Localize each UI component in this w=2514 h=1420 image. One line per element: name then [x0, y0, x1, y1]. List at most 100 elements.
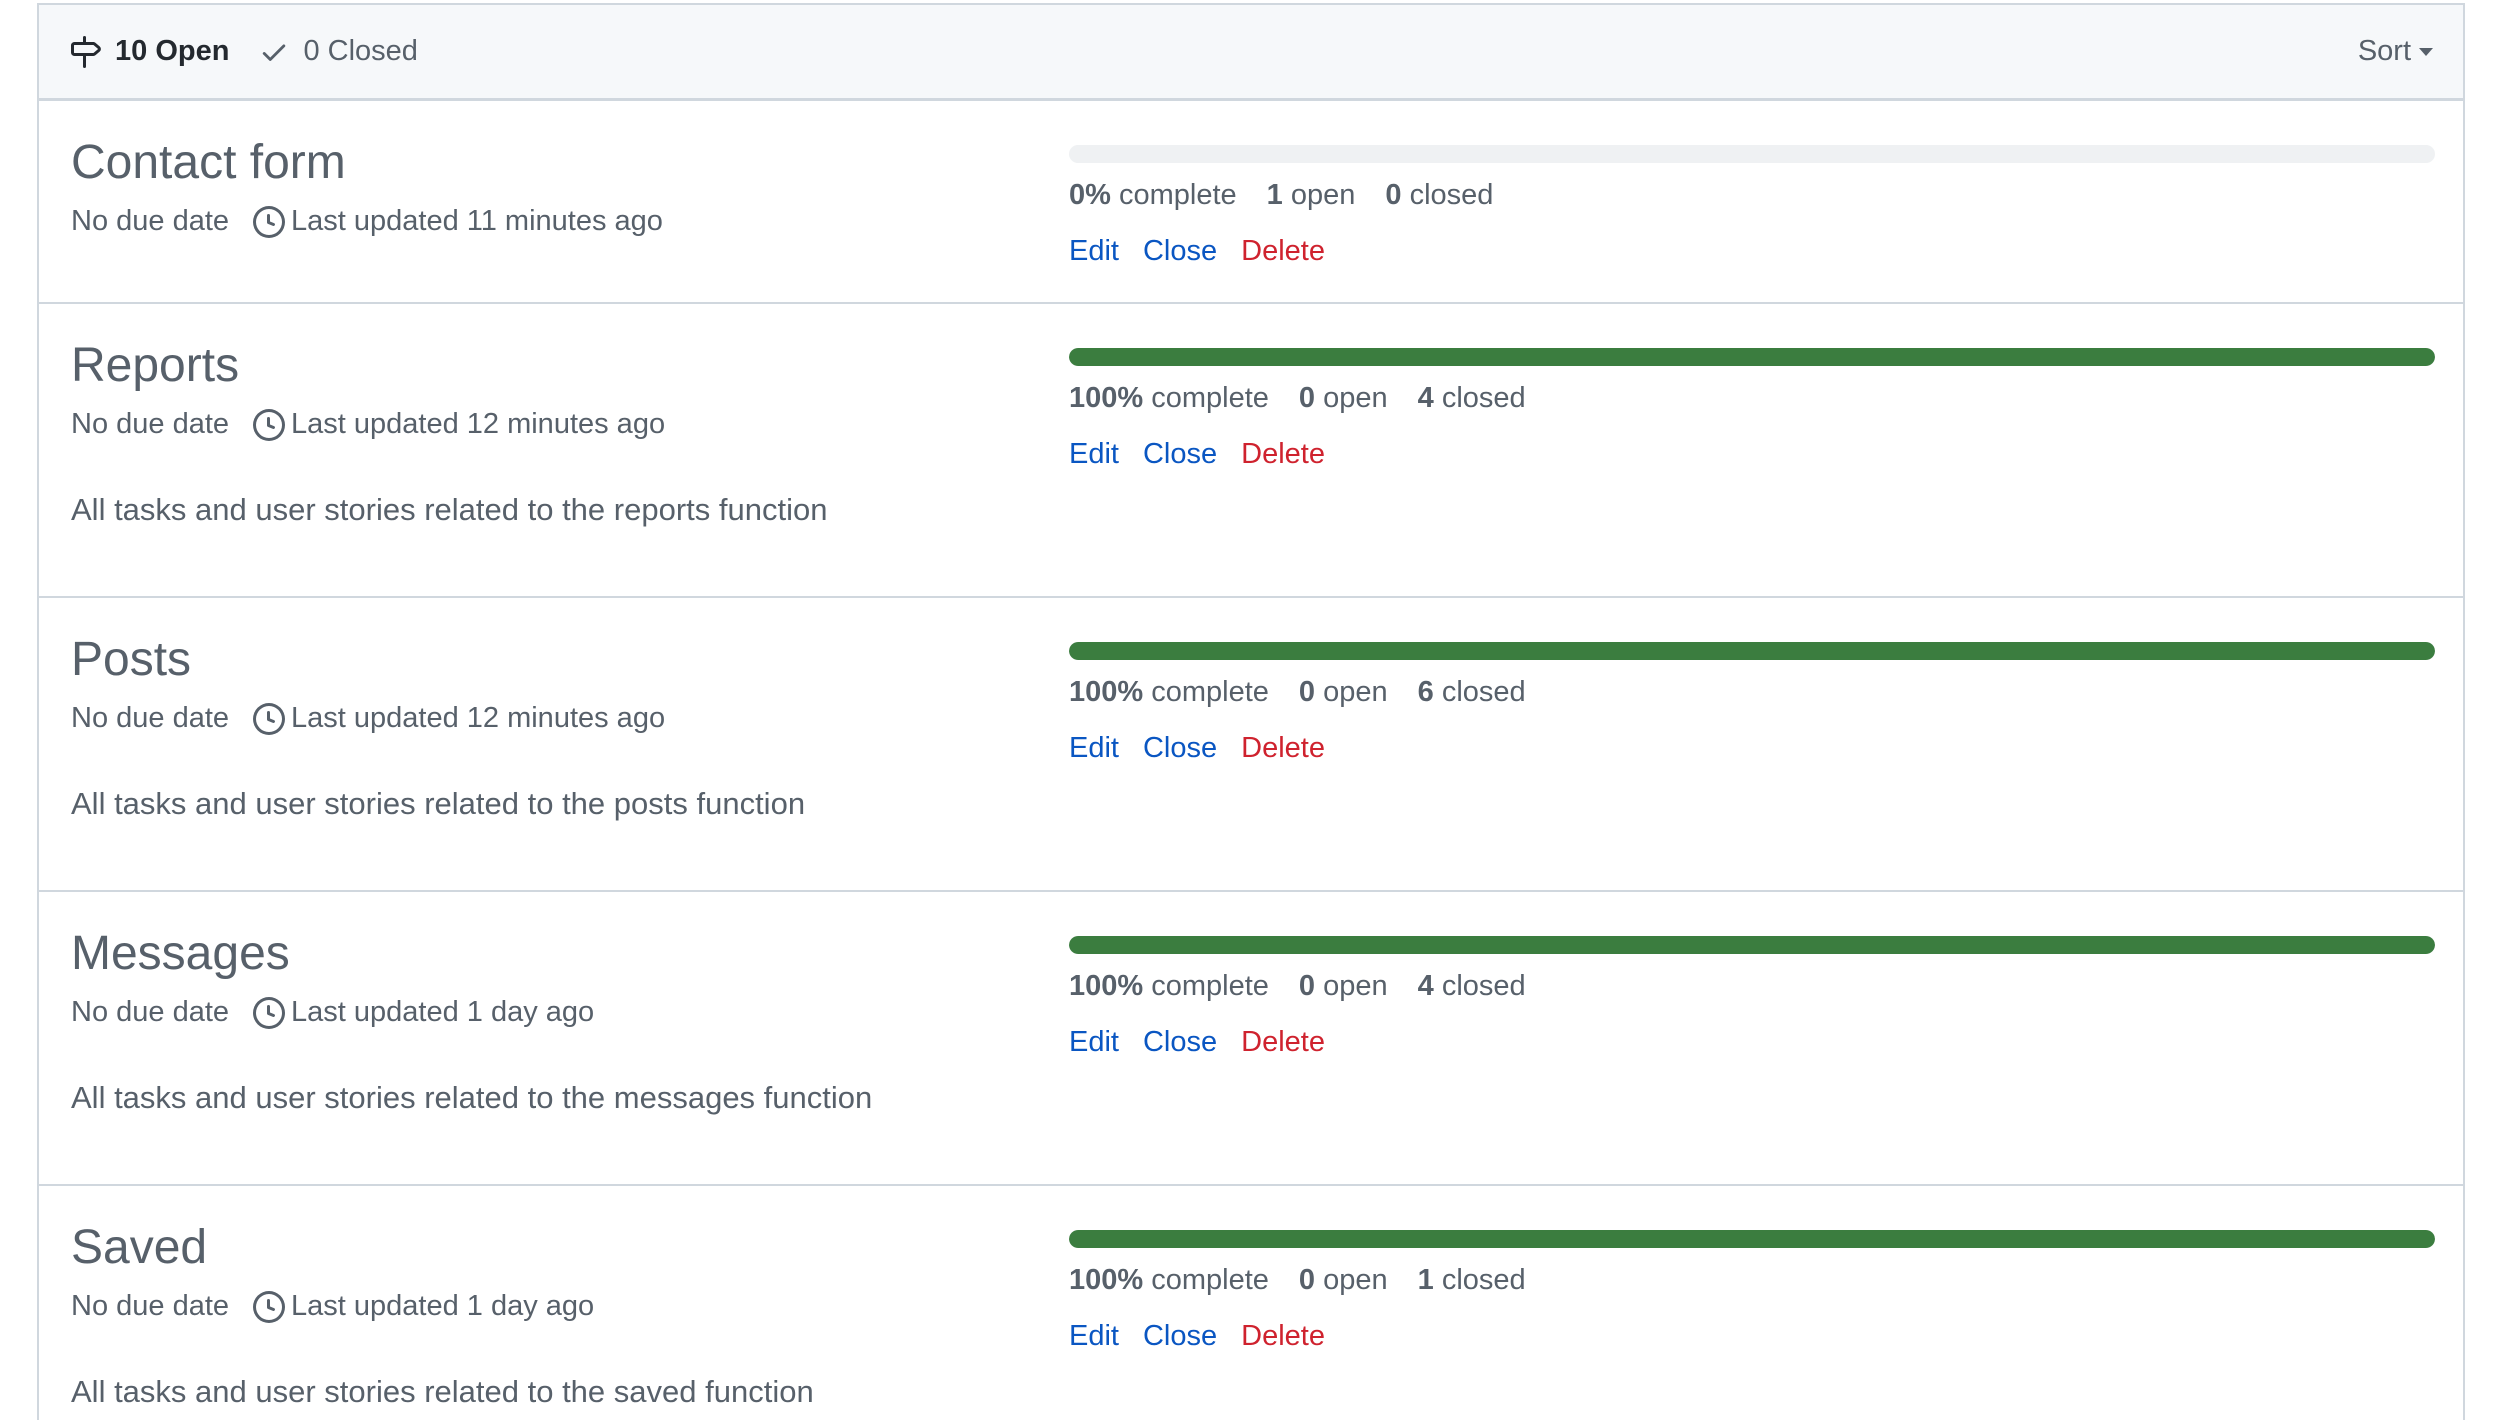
milestone-actions: Edit Close Delete — [1069, 1026, 1349, 1059]
milestone-description: All tasks and user stories related to th… — [71, 1080, 873, 1115]
edit-link[interactable]: Edit — [1069, 1320, 1119, 1352]
milestone-description: All tasks and user stories related to th… — [71, 786, 806, 821]
edit-link[interactable]: Edit — [1069, 1026, 1119, 1058]
due-date: No due date — [71, 408, 230, 440]
open-filter[interactable]: 10 Open — [69, 35, 229, 68]
percent-complete: 100% — [1069, 1264, 1144, 1296]
closed-count: 6 — [1417, 676, 1434, 708]
last-updated: Last updated 11 minutes ago — [291, 205, 663, 237]
complete-label: complete — [1151, 1264, 1269, 1296]
milestone-meta: No due date Last updated 1 day ago — [71, 996, 594, 1029]
closed-label: closed — [1441, 382, 1526, 414]
closed-count: 0 — [1385, 179, 1402, 211]
progress-stats: 100% complete 0 open 1 closed — [1069, 1264, 1526, 1297]
open-count: 10 — [115, 35, 148, 67]
open-count: 1 — [1266, 179, 1283, 211]
last-updated: Last updated 1 day ago — [291, 1290, 595, 1322]
closed-label: closed — [1441, 970, 1526, 1002]
open-label: open — [1323, 676, 1388, 708]
check-icon — [259, 37, 289, 67]
close-link[interactable]: Close — [1143, 1026, 1217, 1058]
milestones-list: 10 Open 0 Closed Sort Contact form No du… — [37, 3, 2465, 1420]
closed-count: 1 — [1417, 1264, 1434, 1296]
complete-label: complete — [1118, 179, 1237, 211]
milestone-row: Messages No due date Last updated 1 day … — [39, 892, 2463, 1186]
milestone-description: All tasks and user stories related to th… — [71, 1374, 814, 1409]
closed-count: 0 — [303, 35, 320, 67]
progress-fill — [1069, 642, 2435, 660]
percent-complete: 0% — [1069, 179, 1111, 211]
due-date: No due date — [71, 702, 230, 734]
open-label: open — [1323, 382, 1388, 414]
clock-icon — [253, 205, 286, 238]
closed-filter[interactable]: 0 Closed — [259, 35, 418, 68]
progress-stats: 100% complete 0 open 4 closed — [1069, 970, 1526, 1003]
sort-dropdown[interactable]: Sort — [2358, 5, 2433, 98]
closed-count: 4 — [1417, 970, 1434, 1002]
percent-complete: 100% — [1069, 382, 1144, 414]
edit-link[interactable]: Edit — [1069, 235, 1119, 267]
milestone-title[interactable]: Messages — [71, 926, 290, 981]
milestone-actions: Edit Close Delete — [1069, 732, 1349, 765]
progress-bar — [1069, 348, 2435, 366]
progress-bar — [1069, 936, 2435, 954]
complete-label: complete — [1151, 676, 1269, 708]
progress-fill — [1069, 1230, 2435, 1248]
edit-link[interactable]: Edit — [1069, 438, 1119, 470]
open-label: open — [1290, 179, 1356, 211]
milestone-row: Posts No due date Last updated 12 minute… — [39, 598, 2463, 892]
milestone-actions: Edit Close Delete — [1069, 235, 1349, 268]
closed-label: closed — [1441, 1264, 1526, 1296]
delete-link[interactable]: Delete — [1241, 235, 1325, 267]
milestones-header: 10 Open 0 Closed Sort — [39, 5, 2463, 101]
complete-label: complete — [1151, 970, 1269, 1002]
delete-link[interactable]: Delete — [1241, 1320, 1325, 1352]
open-label: open — [1323, 1264, 1388, 1296]
open-label: open — [1323, 970, 1388, 1002]
closed-label: closed — [1409, 179, 1494, 211]
open-count: 0 — [1298, 676, 1316, 708]
open-count: 0 — [1298, 1264, 1316, 1296]
milestone-title[interactable]: Reports — [71, 338, 239, 393]
milestone-row: Contact form No due date Last updated 11… — [39, 101, 2463, 304]
progress-bar — [1069, 642, 2435, 660]
due-date: No due date — [71, 1290, 230, 1322]
closed-label: Closed — [327, 35, 418, 67]
last-updated: Last updated 1 day ago — [291, 996, 595, 1028]
close-link[interactable]: Close — [1143, 1320, 1217, 1352]
milestone-title[interactable]: Contact form — [71, 135, 346, 190]
clock-icon — [253, 996, 286, 1029]
complete-label: complete — [1151, 382, 1269, 414]
delete-link[interactable]: Delete — [1241, 1026, 1325, 1058]
milestone-row: Saved No due date Last updated 1 day ago… — [39, 1186, 2463, 1420]
close-link[interactable]: Close — [1143, 438, 1217, 470]
close-link[interactable]: Close — [1143, 732, 1217, 764]
percent-complete: 100% — [1069, 970, 1144, 1002]
milestone-row: Reports No due date Last updated 12 minu… — [39, 304, 2463, 598]
progress-fill — [1069, 348, 2435, 366]
milestone-meta: No due date Last updated 11 minutes ago — [71, 205, 663, 238]
close-link[interactable]: Close — [1143, 235, 1217, 267]
clock-icon — [253, 1290, 286, 1323]
delete-link[interactable]: Delete — [1241, 438, 1325, 470]
open-count: 0 — [1298, 970, 1316, 1002]
milestone-meta: No due date Last updated 1 day ago — [71, 1290, 594, 1323]
milestone-title[interactable]: Saved — [71, 1220, 207, 1275]
milestone-actions: Edit Close Delete — [1069, 438, 1349, 471]
progress-fill — [1069, 936, 2435, 954]
last-updated: Last updated 12 minutes ago — [291, 408, 666, 440]
last-updated: Last updated 12 minutes ago — [291, 702, 666, 734]
sort-label: Sort — [2357, 35, 2411, 67]
closed-label: closed — [1441, 676, 1526, 708]
milestone-meta: No due date Last updated 12 minutes ago — [71, 408, 665, 441]
milestone-actions: Edit Close Delete — [1069, 1320, 1349, 1353]
clock-icon — [253, 408, 286, 441]
delete-link[interactable]: Delete — [1241, 732, 1325, 764]
percent-complete: 100% — [1069, 676, 1144, 708]
milestone-meta: No due date Last updated 12 minutes ago — [71, 702, 665, 735]
milestone-title[interactable]: Posts — [71, 632, 191, 687]
progress-stats: 100% complete 0 open 4 closed — [1069, 382, 1526, 415]
edit-link[interactable]: Edit — [1069, 732, 1119, 764]
milestone-description: All tasks and user stories related to th… — [71, 492, 828, 527]
progress-bar — [1069, 1230, 2435, 1248]
